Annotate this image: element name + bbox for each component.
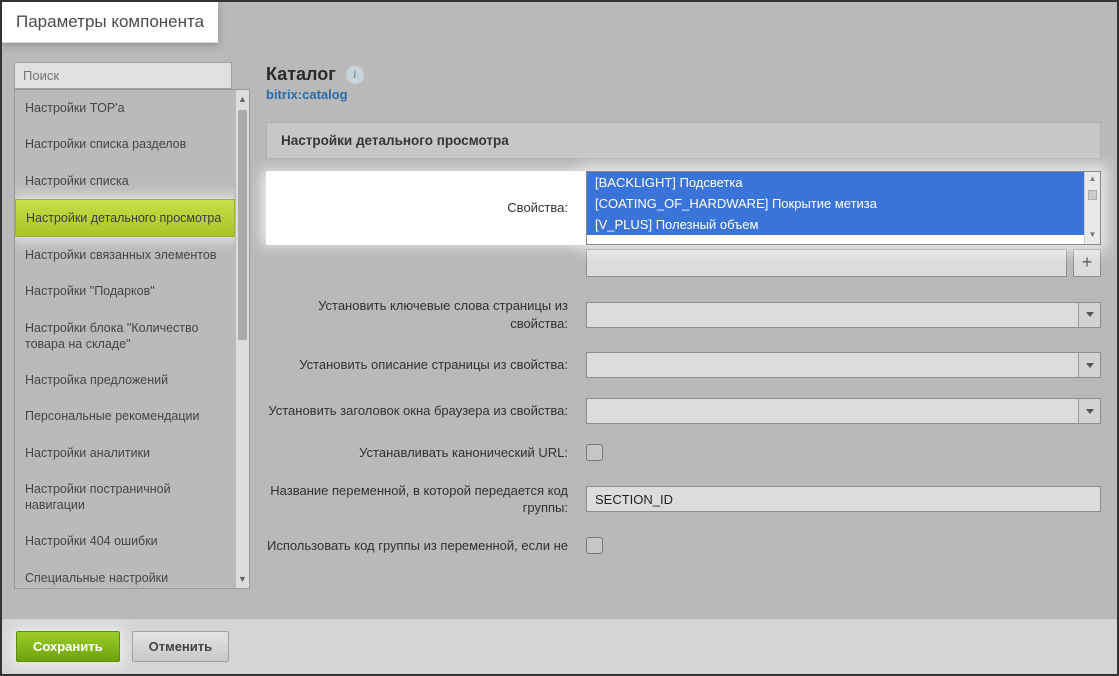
content-area: Настройки TOP'а Настройки списка раздело…: [2, 50, 1117, 674]
row-description: Установить описание страницы из свойства…: [266, 342, 1101, 388]
multiselect-scrollbar[interactable]: ▲ ▼: [1084, 172, 1100, 244]
row-properties-extra: +: [266, 245, 1101, 287]
sidebar: Настройки TOP'а Настройки списка раздело…: [2, 50, 250, 674]
component-code: bitrix:catalog: [266, 87, 1101, 102]
keywords-select[interactable]: [586, 302, 1101, 328]
sidebar-item[interactable]: Настройки 404 ошибки: [15, 523, 235, 559]
sidebar-scrollbar[interactable]: ▲ ▼: [235, 90, 249, 588]
form-body: Свойства: [BACKLIGHT] Подсветка [COATING…: [266, 165, 1101, 564]
use-group-code-checkbox[interactable]: [586, 537, 603, 554]
save-button[interactable]: Сохранить: [16, 631, 120, 662]
properties-multiselect[interactable]: [BACKLIGHT] Подсветка [COATING_OF_HARDWA…: [586, 171, 1101, 245]
sidebar-item[interactable]: Настройки списка: [15, 163, 235, 199]
chevron-down-icon: [1078, 353, 1100, 377]
row-use-group-code: Использовать код группы из переменной, е…: [266, 527, 1101, 565]
scroll-thumb[interactable]: [238, 110, 247, 340]
sidebar-tree-list: Настройки TOP'а Настройки списка раздело…: [15, 90, 235, 588]
scroll-thumb[interactable]: [1088, 190, 1097, 200]
scroll-down-icon[interactable]: ▼: [238, 572, 247, 586]
sidebar-item[interactable]: Специальные настройки: [15, 560, 235, 589]
sidebar-item[interactable]: Настройки связанных элементов: [15, 237, 235, 273]
canonical-checkbox[interactable]: [586, 444, 603, 461]
search-input[interactable]: [14, 62, 232, 89]
description-select[interactable]: [586, 352, 1101, 378]
sidebar-tree: Настройки TOP'а Настройки списка раздело…: [14, 89, 250, 589]
row-canonical: Устанавливать канонический URL:: [266, 434, 1101, 472]
sidebar-item[interactable]: Настройки аналитики: [15, 435, 235, 471]
dialog-title: Параметры компонента: [2, 2, 218, 43]
label-canonical: Устанавливать канонический URL:: [266, 444, 586, 462]
sidebar-item[interactable]: Настройка предложений: [15, 362, 235, 398]
sidebar-item[interactable]: Настройки блока "Количество товара на ск…: [15, 310, 235, 363]
component-title: Каталог: [266, 64, 336, 85]
scroll-down-icon[interactable]: ▼: [1087, 230, 1098, 242]
main-panel: Каталог i bitrix:catalog Настройки детал…: [250, 50, 1117, 674]
row-properties: Свойства: [BACKLIGHT] Подсветка [COATING…: [266, 165, 1101, 245]
label-keywords: Установить ключевые слова страницы из св…: [266, 297, 586, 332]
label-properties: Свойства:: [266, 171, 586, 245]
extra-property-input[interactable]: [586, 249, 1067, 277]
scroll-up-icon[interactable]: ▲: [238, 92, 247, 106]
sidebar-item[interactable]: Настройки постраничной навигации: [15, 471, 235, 524]
component-settings-dialog: Настройки TOP'а Настройки списка раздело…: [0, 0, 1119, 676]
sidebar-item[interactable]: Персональные рекомендации: [15, 398, 235, 434]
property-option[interactable]: [BACKLIGHT] Подсветка: [587, 172, 1084, 193]
label-description: Установить описание страницы из свойства…: [266, 356, 586, 374]
property-option[interactable]: [COATING_OF_HARDWARE] Покрытие метиза: [587, 193, 1084, 214]
row-keywords: Установить ключевые слова страницы из св…: [266, 287, 1101, 342]
cancel-button[interactable]: Отменить: [132, 631, 230, 662]
sidebar-item[interactable]: Настройки TOP'а: [15, 90, 235, 126]
chevron-down-icon: [1078, 399, 1100, 423]
info-icon[interactable]: i: [346, 66, 364, 84]
sidebar-item-detail-settings[interactable]: Настройки детального просмотра: [15, 199, 235, 237]
section-heading: Настройки детального просмотра: [266, 122, 1101, 159]
sidebar-item[interactable]: Настройки списка разделов: [15, 126, 235, 162]
label-section-var: Название переменной, в которой передаетс…: [266, 482, 586, 517]
row-browser-title: Установить заголовок окна браузера из св…: [266, 388, 1101, 434]
browser-title-select[interactable]: [586, 398, 1101, 424]
property-option[interactable]: [V_PLUS] Полезный объем: [587, 214, 1084, 235]
sidebar-item[interactable]: Настройки "Подарков": [15, 273, 235, 309]
row-section-var: Название переменной, в которой передаетс…: [266, 472, 1101, 527]
chevron-down-icon: [1078, 303, 1100, 327]
label-browser-title: Установить заголовок окна браузера из св…: [266, 402, 586, 420]
footer: Сохранить Отменить: [2, 618, 1117, 674]
scroll-up-icon[interactable]: ▲: [1087, 174, 1098, 186]
section-var-input[interactable]: [586, 486, 1101, 512]
label-use-group-code: Использовать код группы из переменной, е…: [266, 537, 586, 555]
add-property-button[interactable]: +: [1073, 249, 1101, 277]
